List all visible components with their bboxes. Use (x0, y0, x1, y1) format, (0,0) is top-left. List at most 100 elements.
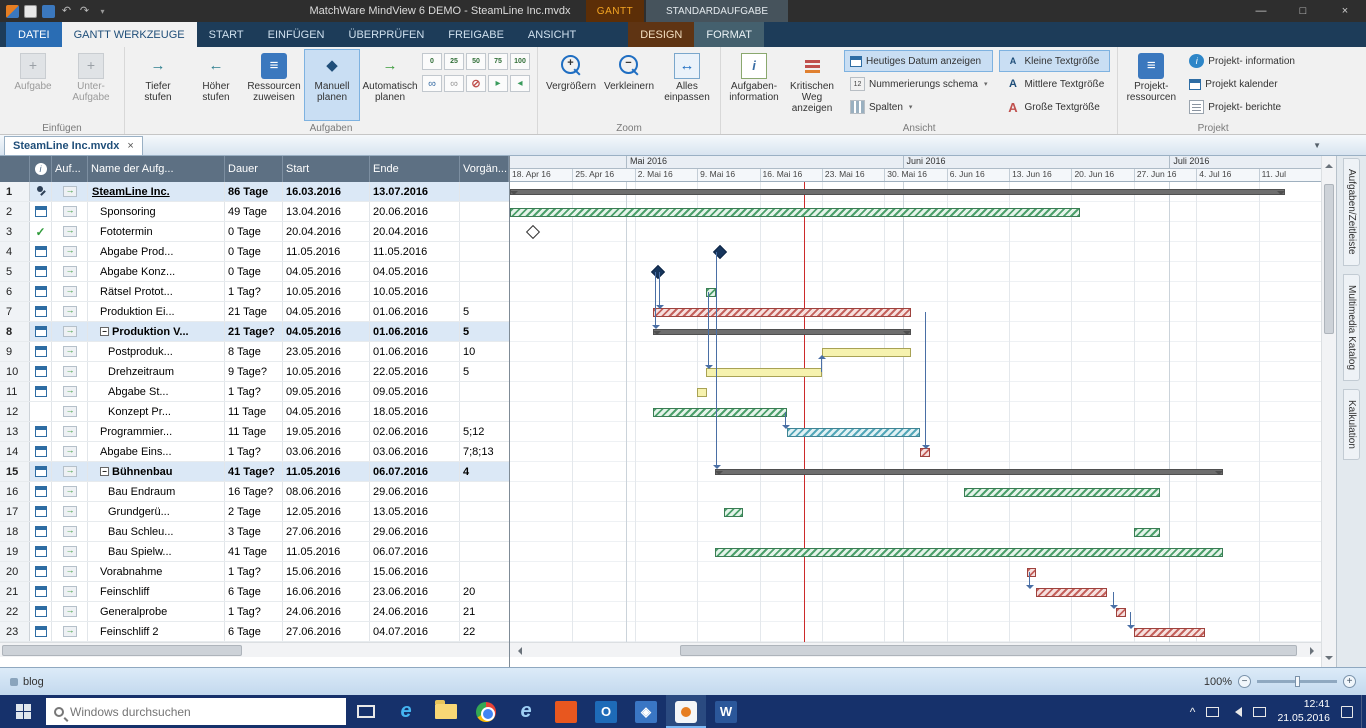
redo-icon[interactable]: ↷ (78, 5, 91, 18)
side-tab-aufgaben-zeitleiste[interactable]: Aufgaben/Zeitleiste (1343, 158, 1360, 266)
table-row-8[interactable]: 8−Produktion V...21 Tage?04.05.201601.06… (0, 322, 509, 342)
minimize-button[interactable]: — (1240, 0, 1282, 22)
aufgabe-button[interactable]: Aufgabe (5, 49, 61, 121)
search-input[interactable] (70, 705, 310, 719)
gantt-bar-row-18[interactable] (1134, 528, 1161, 537)
ribbon-tab-format[interactable]: FORMAT (694, 22, 764, 47)
tray-expand-icon[interactable]: ^ (1190, 705, 1196, 719)
collapse-icon[interactable]: − (100, 327, 109, 336)
clear-constraint-button[interactable]: ⊘ (466, 75, 486, 92)
column-header-dauer[interactable]: Dauer (225, 156, 283, 182)
gantt-bar-row-19[interactable] (715, 548, 1223, 557)
ribbon-tab-datei[interactable]: DATEI (6, 22, 62, 47)
aufgaben-information-button[interactable]: Aufgaben-information (726, 49, 782, 121)
tiefer-stufen-button[interactable]: Tiefer stufen (130, 49, 186, 121)
gantt-bar-row-8[interactable] (653, 329, 912, 335)
ribbon-tab-freigabe[interactable]: FREIGABE (436, 22, 516, 47)
constraint-start-button[interactable]: ▸ (488, 75, 508, 92)
column-header-name[interactable]: Name der Aufg... (88, 156, 225, 182)
table-row-15[interactable]: 15−Bühnenbau41 Tage?11.05.201606.07.2016… (0, 462, 509, 482)
table-horizontal-scrollbar[interactable] (0, 642, 509, 657)
column-header-ende[interactable]: Ende (370, 156, 460, 182)
constraint-end-button[interactable]: ◂ (510, 75, 530, 92)
table-row-13[interactable]: 13Programmier...11 Tage19.05.201602.06.2… (0, 422, 509, 442)
scroll-left-icon[interactable] (510, 643, 525, 658)
table-row-4[interactable]: 4Abgabe Prod...0 Tage11.05.201611.05.201… (0, 242, 509, 262)
table-row-1[interactable]: 1SteamLine Inc.86 Tage16.03.201613.07.20… (0, 182, 509, 202)
spalten-button[interactable]: Spalten▾ (844, 96, 993, 118)
gantt-bar-row-9[interactable] (822, 348, 911, 357)
taskbar-clock[interactable]: 12:41 21.05.2016 (1277, 698, 1330, 725)
column-header-start[interactable]: Start (283, 156, 370, 182)
gantt-bar-row-17[interactable] (724, 508, 743, 517)
taskbar-app-orange-app[interactable] (546, 695, 586, 728)
gantt-bar-row-10[interactable] (706, 368, 822, 377)
gantt-bar-row-15[interactable] (715, 469, 1223, 475)
scrollbar-thumb[interactable] (680, 645, 1296, 656)
kritischen-weg-anzeigen-button[interactable]: Kritischen Weg anzeigen (784, 49, 840, 121)
projekt-information-button[interactable]: Projekt- information (1183, 50, 1301, 72)
show-desktop-button[interactable] (1361, 695, 1366, 728)
keyboard-icon[interactable] (1253, 707, 1266, 717)
contextual-tab-standardaufgabe[interactable]: STANDARDAUFGABE (646, 0, 788, 22)
table-row-18[interactable]: 18Bau Schleu...3 Tage27.06.201629.06.201… (0, 522, 509, 542)
progress-25-button[interactable]: 25 (444, 53, 464, 70)
table-row-17[interactable]: 17Grundgerü...2 Tage12.05.201613.05.2016 (0, 502, 509, 522)
table-row-6[interactable]: 6Rätsel Protot...1 Tag?10.05.201610.05.2… (0, 282, 509, 302)
taskbar-app-word[interactable]: W (706, 695, 746, 728)
progress-75-button[interactable]: 75 (488, 53, 508, 70)
taskbar-search[interactable] (46, 698, 346, 725)
table-row-12[interactable]: 12Konzept Pr...11 Tage04.05.201618.05.20… (0, 402, 509, 422)
zoom-slider[interactable] (1257, 680, 1337, 683)
taskbar-app-blue-app[interactable]: ◈ (626, 695, 666, 728)
taskbar-app-mindview[interactable] (666, 695, 706, 728)
start-button[interactable] (0, 695, 46, 728)
side-tab-multimedia-katalog[interactable]: Multimedia Katalog (1343, 274, 1360, 381)
table-row-9[interactable]: 9Postproduk...8 Tage23.05.201601.06.2016… (0, 342, 509, 362)
vergrößern-button[interactable]: +Vergrößern (543, 49, 599, 121)
column-header-auf[interactable]: Auf... (52, 156, 88, 182)
side-tab-kalkulation[interactable]: Kalkulation (1343, 389, 1360, 460)
nummerierungs-schema-button[interactable]: Nummerierungs schema▾ (844, 73, 993, 95)
heutiges-datum-anzeigen-button[interactable]: Heutiges Datum anzeigen (844, 50, 993, 72)
tab-list-dropdown-icon[interactable]: ▼ (1313, 141, 1321, 150)
gantt-bar-row-2[interactable] (510, 208, 1080, 217)
table-row-3[interactable]: 3✓Fototermin0 Tage20.04.201620.04.2016 (0, 222, 509, 242)
projekt-ressourcen-button[interactable]: Projekt-ressourcen (1123, 49, 1179, 121)
new-document-icon[interactable] (24, 5, 37, 18)
große-textgröße-button[interactable]: Große Textgröße (999, 96, 1110, 118)
ressourcen-zuweisen-button[interactable]: Ressourcen zuweisen (246, 49, 302, 121)
taskbar-app-file-explorer[interactable] (426, 695, 466, 728)
taskbar-app-outlook[interactable]: O (586, 695, 626, 728)
table-row-10[interactable]: 10Drehzeitraum9 Tage?10.05.201622.05.201… (0, 362, 509, 382)
close-button[interactable]: × (1324, 0, 1366, 22)
milestone-row-3[interactable] (526, 225, 540, 239)
gantt-bar-row-7[interactable] (653, 308, 912, 317)
taskbar-app-chrome[interactable] (466, 695, 506, 728)
projekt-berichte-button[interactable]: Projekt- berichte (1183, 96, 1301, 118)
collapse-icon[interactable]: − (100, 467, 109, 476)
ribbon-tab-start[interactable]: START (197, 22, 256, 47)
progress-100-button[interactable]: 100 (510, 53, 530, 70)
automatisch-planen-button[interactable]: Automatisch planen (362, 49, 418, 121)
network-icon[interactable] (1206, 707, 1219, 717)
save-icon[interactable] (42, 5, 55, 18)
gantt-bar-row-13[interactable] (787, 428, 921, 437)
gantt-bar-row-1[interactable] (510, 189, 1285, 195)
progress-0-button[interactable]: 0 (422, 53, 442, 70)
scrollbar-thumb[interactable] (1324, 184, 1334, 334)
manuell-planen-button[interactable]: Manuell planen (304, 49, 360, 121)
taskbar-app-internet-explorer[interactable]: e (506, 695, 546, 728)
zoom-out-button[interactable]: − (1238, 675, 1251, 688)
qat-dropdown-icon[interactable]: ▾ (96, 5, 109, 18)
scroll-down-icon[interactable] (1322, 652, 1336, 667)
column-header-vorg[interactable]: Vorgän... (460, 156, 509, 182)
table-row-14[interactable]: 14Abgabe Eins...1 Tag?03.06.201603.06.20… (0, 442, 509, 462)
ribbon-tab-überprüfen[interactable]: ÜBERPRÜFEN (337, 22, 437, 47)
table-row-7[interactable]: 7Produktion Ei...21 Tage04.05.201601.06.… (0, 302, 509, 322)
table-row-20[interactable]: 20Vorabnahme1 Tag?15.06.201615.06.2016 (0, 562, 509, 582)
table-row-16[interactable]: 16Bau Endraum16 Tage?08.06.201629.06.201… (0, 482, 509, 502)
mittlere-textgröße-button[interactable]: Mittlere Textgröße (999, 73, 1110, 95)
ribbon-tab-design[interactable]: DESIGN (628, 22, 694, 47)
unlink-tasks-button[interactable]: ∞ (444, 75, 464, 92)
